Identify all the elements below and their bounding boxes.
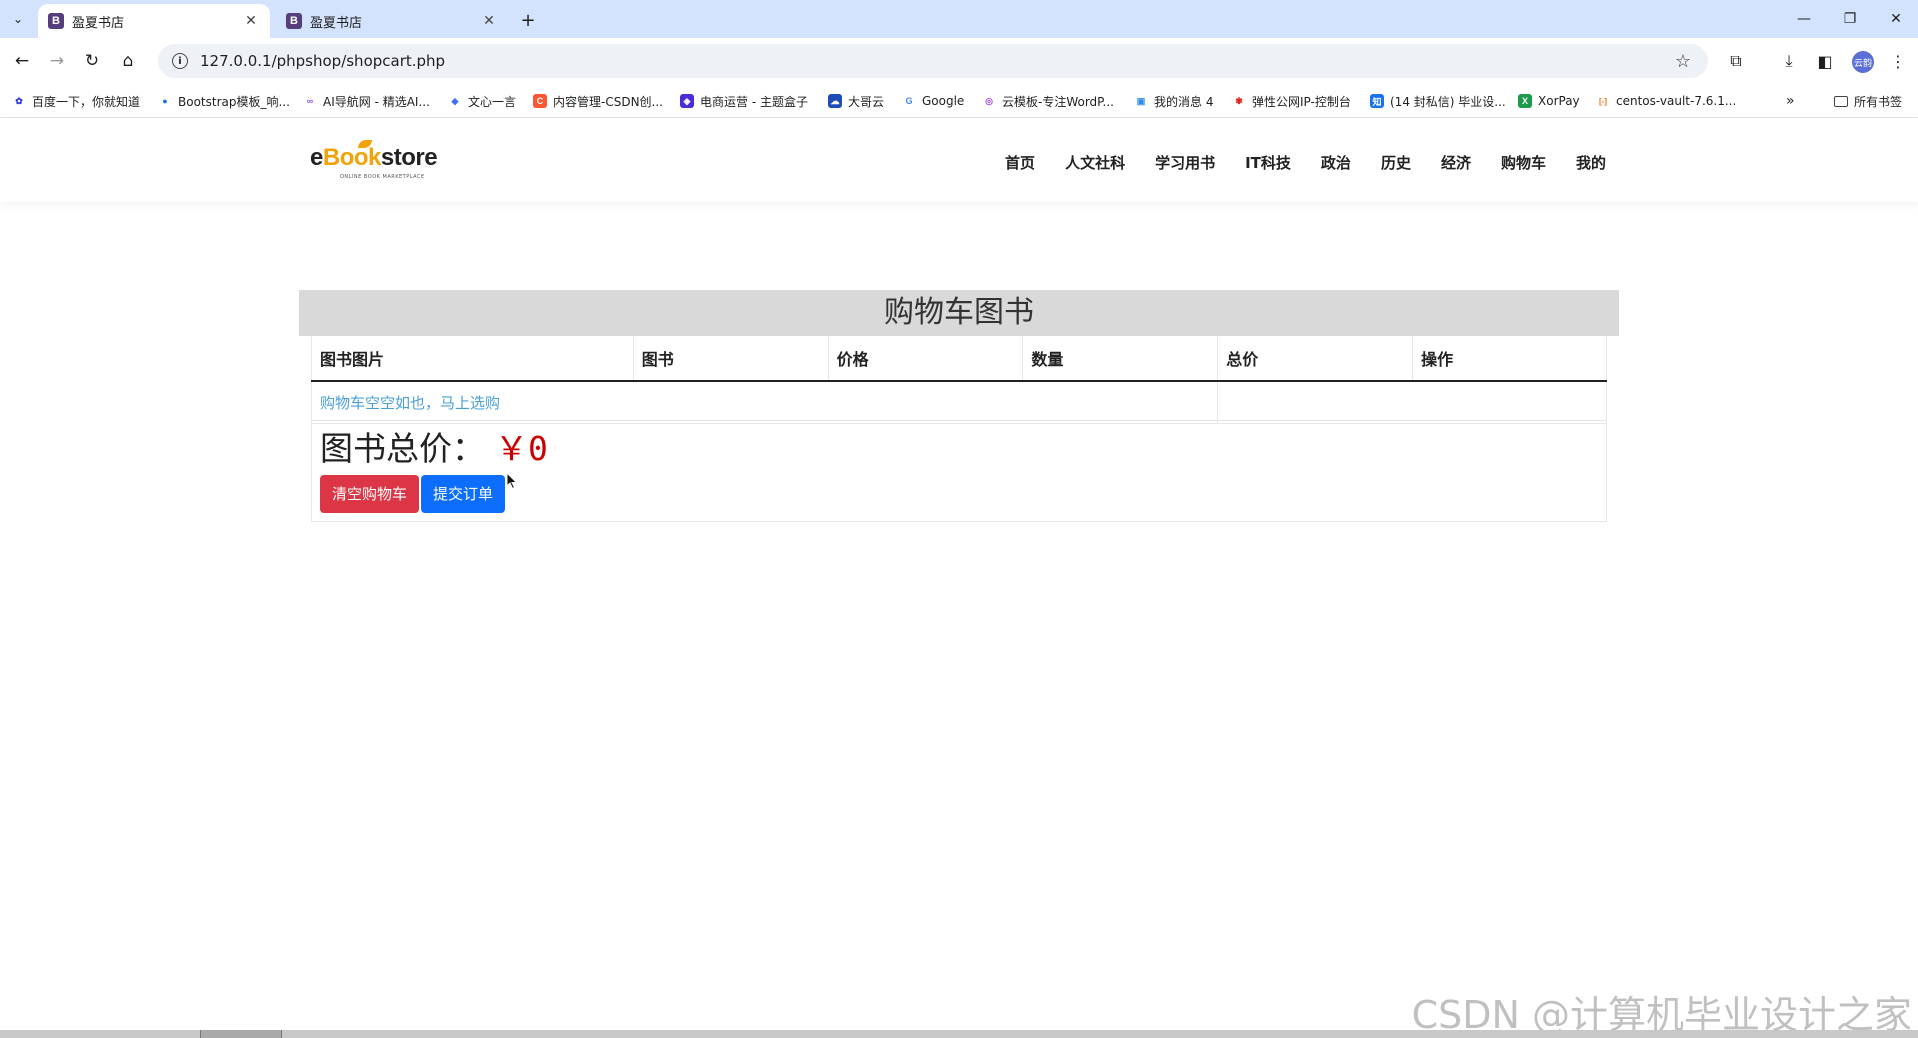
bootstrap-favicon-icon: B [48,13,64,29]
side-panel-icon[interactable]: ◧ [1811,47,1839,75]
new-tab-plus-icon[interactable]: + [516,8,540,32]
ai-nav-icon: ∞ [306,96,314,106]
browser-toolbar: ← → ↻ ⌂ i 127.0.0.1/phpshop/shopcart.php… [0,38,1918,84]
google-icon: G [905,96,913,106]
bookmark-item[interactable]: X XorPay [1518,92,1580,110]
browser-tab-2[interactable]: B 盈夏书店 ✕ [276,4,508,38]
csdn-icon: C [533,94,547,108]
close-tab-icon[interactable]: ✕ [242,12,260,30]
site-logo[interactable]: eBookstore ONLINE BOOK MARKETPLACE [310,140,440,184]
total-price-line: 图书总价： ￥0 [320,429,1598,469]
nav-mine[interactable]: 我的 [1576,152,1606,173]
theme-box-icon: ◈ [680,94,694,108]
nav-economy[interactable]: 经济 [1441,152,1471,173]
column-header: 图书 [632,336,829,382]
nav-history[interactable]: 历史 [1381,152,1411,173]
bookmark-item[interactable]: C 内容管理-CSDN创... [533,92,663,110]
bootstrap-favicon-icon: B [286,13,302,29]
site-info-icon[interactable]: i [172,53,188,69]
bookmark-item[interactable]: ∞ AI导航网 - 精选AI... [303,92,430,110]
bookmark-item[interactable]: G Google [902,92,964,110]
xorpay-icon: X [1518,94,1532,108]
bookmark-item[interactable]: [-] centos-vault-7.6.1... [1596,92,1736,110]
bilibili-icon: ▣ [1136,95,1146,106]
close-window-icon[interactable]: ✕ [1874,4,1918,34]
taskbar-strip [0,1030,1918,1038]
tab-search-chevron-icon[interactable]: ⌄ [6,7,30,31]
clear-cart-button[interactable]: 清空购物车 [320,475,420,513]
cart-total-box: 图书总价： ￥0 清空购物车 提交订单 [311,420,1607,522]
site-header: eBookstore ONLINE BOOK MARKETPLACE 首页 人文… [0,118,1918,202]
folder-icon [1834,95,1848,107]
bookmark-item[interactable]: ● Bootstrap模板_响... [158,92,290,110]
empty-cart-link[interactable]: 购物车空空如也，马上选购 [320,394,500,412]
browser-tabstrip: ⌄ B 盈夏书店 ✕ B 盈夏书店 ✕ + — ❐ ✕ [0,0,1918,38]
yunmoban-icon: ◎ [985,95,993,106]
profile-avatar[interactable]: 云韵 [1852,51,1874,73]
huawei-icon: ✾ [1235,95,1243,106]
bookmark-item[interactable]: 知 (14 封私信) 毕业设... [1370,92,1506,110]
tab-title: 盈夏书店 [72,15,125,31]
bookmark-item[interactable]: ◈ 电商运营 - 主题盒子 [680,92,808,110]
nav-politics[interactable]: 政治 [1321,152,1351,173]
all-bookmarks-folder[interactable]: 所有书签 [1834,92,1902,110]
wenxin-icon: ◆ [451,95,459,106]
close-tab-icon[interactable]: ✕ [480,12,498,30]
bootstrap-icon: ● [162,96,168,106]
bookmark-star-icon[interactable]: ☆ [1668,51,1698,72]
bookmark-item[interactable]: ◆ 文心一言 [448,92,516,110]
dage-cloud-icon: ☁ [828,94,842,108]
reload-icon[interactable]: ↻ [78,47,106,75]
more-menu-icon[interactable]: ⋮ [1884,47,1912,75]
table-header-row: 图书图片 图书 价格 数量 总价 操作 [311,336,1607,382]
home-icon[interactable]: ⌂ [114,47,142,75]
baidu-icon: ✿ [15,95,23,106]
download-icon[interactable]: ⤓ [1775,47,1803,75]
nav-humanities[interactable]: 人文社科 [1065,152,1125,173]
back-arrow-icon[interactable]: ← [8,47,36,75]
aliyun-icon: [-] [1599,96,1607,106]
nav-home[interactable]: 首页 [1005,152,1035,173]
column-header: 图书图片 [311,336,634,382]
submit-order-button[interactable]: 提交订单 [421,475,506,513]
cart-table: 图书图片 图书 价格 数量 总价 操作 购物车空空如也，马上选购 [310,336,1607,424]
address-bar[interactable]: i 127.0.0.1/phpshop/shopcart.php ☆ [158,44,1708,78]
nav-study-books[interactable]: 学习用书 [1155,152,1215,173]
column-header: 价格 [827,336,1023,382]
cart-title: 购物车图书 [299,290,1619,336]
bookmark-item[interactable]: ✾ 弹性公网IP-控制台 [1232,92,1351,110]
address-url[interactable]: 127.0.0.1/phpshop/shopcart.php [200,52,1668,70]
zhihu-icon: 知 [1370,94,1384,108]
mouse-pointer-icon [506,472,518,490]
column-header: 总价 [1217,336,1413,382]
extensions-puzzle-icon[interactable]: ⧉ [1722,47,1750,75]
tab-title: 盈夏书店 [310,15,363,31]
minimize-window-icon[interactable]: — [1782,4,1826,34]
restore-window-icon[interactable]: ❐ [1828,4,1872,34]
total-label: 图书总价： [320,429,485,468]
column-header: 数量 [1022,336,1218,382]
bookmark-item[interactable]: ▣ 我的消息 4 [1134,92,1214,110]
main-nav: 首页 人文社科 学习用书 IT科技 政治 历史 经济 购物车 我的 [975,152,1606,173]
forward-arrow-icon[interactable]: → [43,47,71,75]
cart-section: 购物车图书 图书图片 图书 价格 数量 总价 操作 购物车空空如也，马上选购 图… [299,290,1619,522]
bookmarks-bar: ✿ 百度一下，你就知道 ● Bootstrap模板_响... ∞ AI导航网 - 精选… [0,84,1918,118]
nav-it-tech[interactable]: IT科技 [1245,152,1291,173]
table-row: 购物车空空如也，马上选购 [310,380,1607,424]
bookmark-item[interactable]: ✿ 百度一下，你就知道 [12,92,140,110]
nav-cart[interactable]: 购物车 [1501,152,1546,173]
bookmarks-overflow-chevron-icon[interactable]: » [1786,92,1795,110]
total-price: ￥0 [495,429,548,468]
bookmark-item[interactable]: ☁ 大哥云 [828,92,884,110]
browser-tab-1[interactable]: B 盈夏书店 ✕ [38,4,270,38]
bookmark-item[interactable]: ◎ 云模板-专注WordP... [982,92,1114,110]
column-header: 操作 [1412,336,1607,382]
